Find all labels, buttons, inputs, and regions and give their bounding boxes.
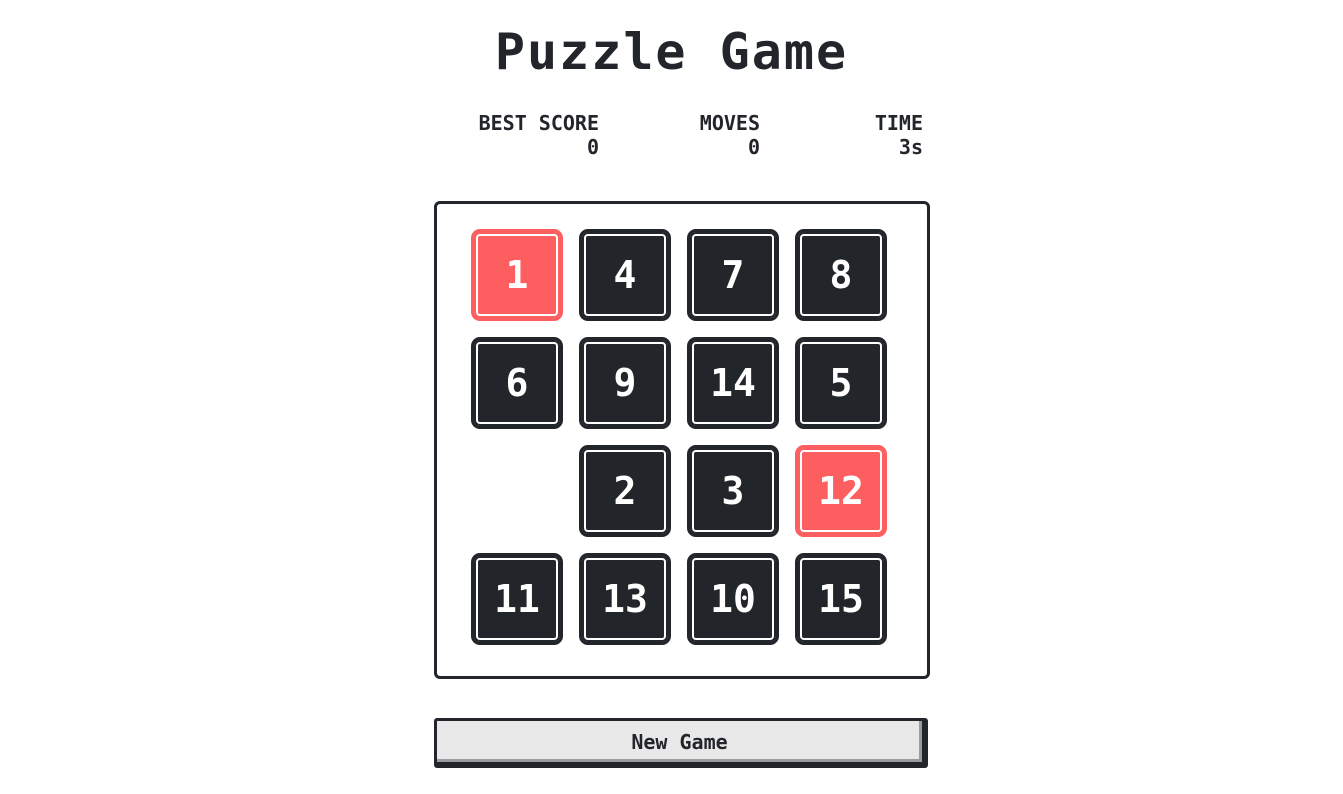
stats-bar: BEST SCORE 0 MOVES 0 TIME 3s [439, 111, 923, 161]
time-label: TIME [874, 111, 923, 135]
time-stat: TIME 3s [823, 111, 923, 159]
puzzle-game-app: Puzzle Game BEST SCORE 0 MOVES 0 TIME 3s… [0, 0, 1343, 794]
puzzle-tile[interactable]: 4 [579, 229, 671, 321]
moves-stat: MOVES 0 [679, 111, 760, 159]
puzzle-tile[interactable]: 10 [687, 553, 779, 645]
puzzle-tile[interactable]: 5 [795, 337, 887, 429]
best-score-label: BEST SCORE [478, 111, 599, 135]
best-score-value: 0 [586, 135, 599, 159]
puzzle-tile[interactable]: 14 [687, 337, 779, 429]
puzzle-tile[interactable]: 9 [579, 337, 671, 429]
moves-label: MOVES [699, 111, 760, 135]
puzzle-tile[interactable]: 1 [471, 229, 563, 321]
puzzle-tile[interactable]: 15 [795, 553, 887, 645]
puzzle-tile[interactable]: 12 [795, 445, 887, 537]
best-score-stat: BEST SCORE 0 [439, 111, 599, 159]
puzzle-tile[interactable]: 3 [687, 445, 779, 537]
empty-cell [471, 445, 563, 537]
puzzle-tile[interactable]: 8 [795, 229, 887, 321]
puzzle-tile[interactable]: 7 [687, 229, 779, 321]
new-game-button[interactable]: New Game [434, 718, 928, 768]
puzzle-board: 1 4 7 8 6 9 14 5 2 3 12 11 13 10 15 [434, 201, 930, 679]
puzzle-tile[interactable]: 2 [579, 445, 671, 537]
puzzle-tile[interactable]: 13 [579, 553, 671, 645]
time-value: 3s [898, 135, 923, 159]
puzzle-tile[interactable]: 6 [471, 337, 563, 429]
game-title: Puzzle Game [494, 23, 849, 81]
moves-value: 0 [747, 135, 760, 159]
puzzle-tile[interactable]: 11 [471, 553, 563, 645]
